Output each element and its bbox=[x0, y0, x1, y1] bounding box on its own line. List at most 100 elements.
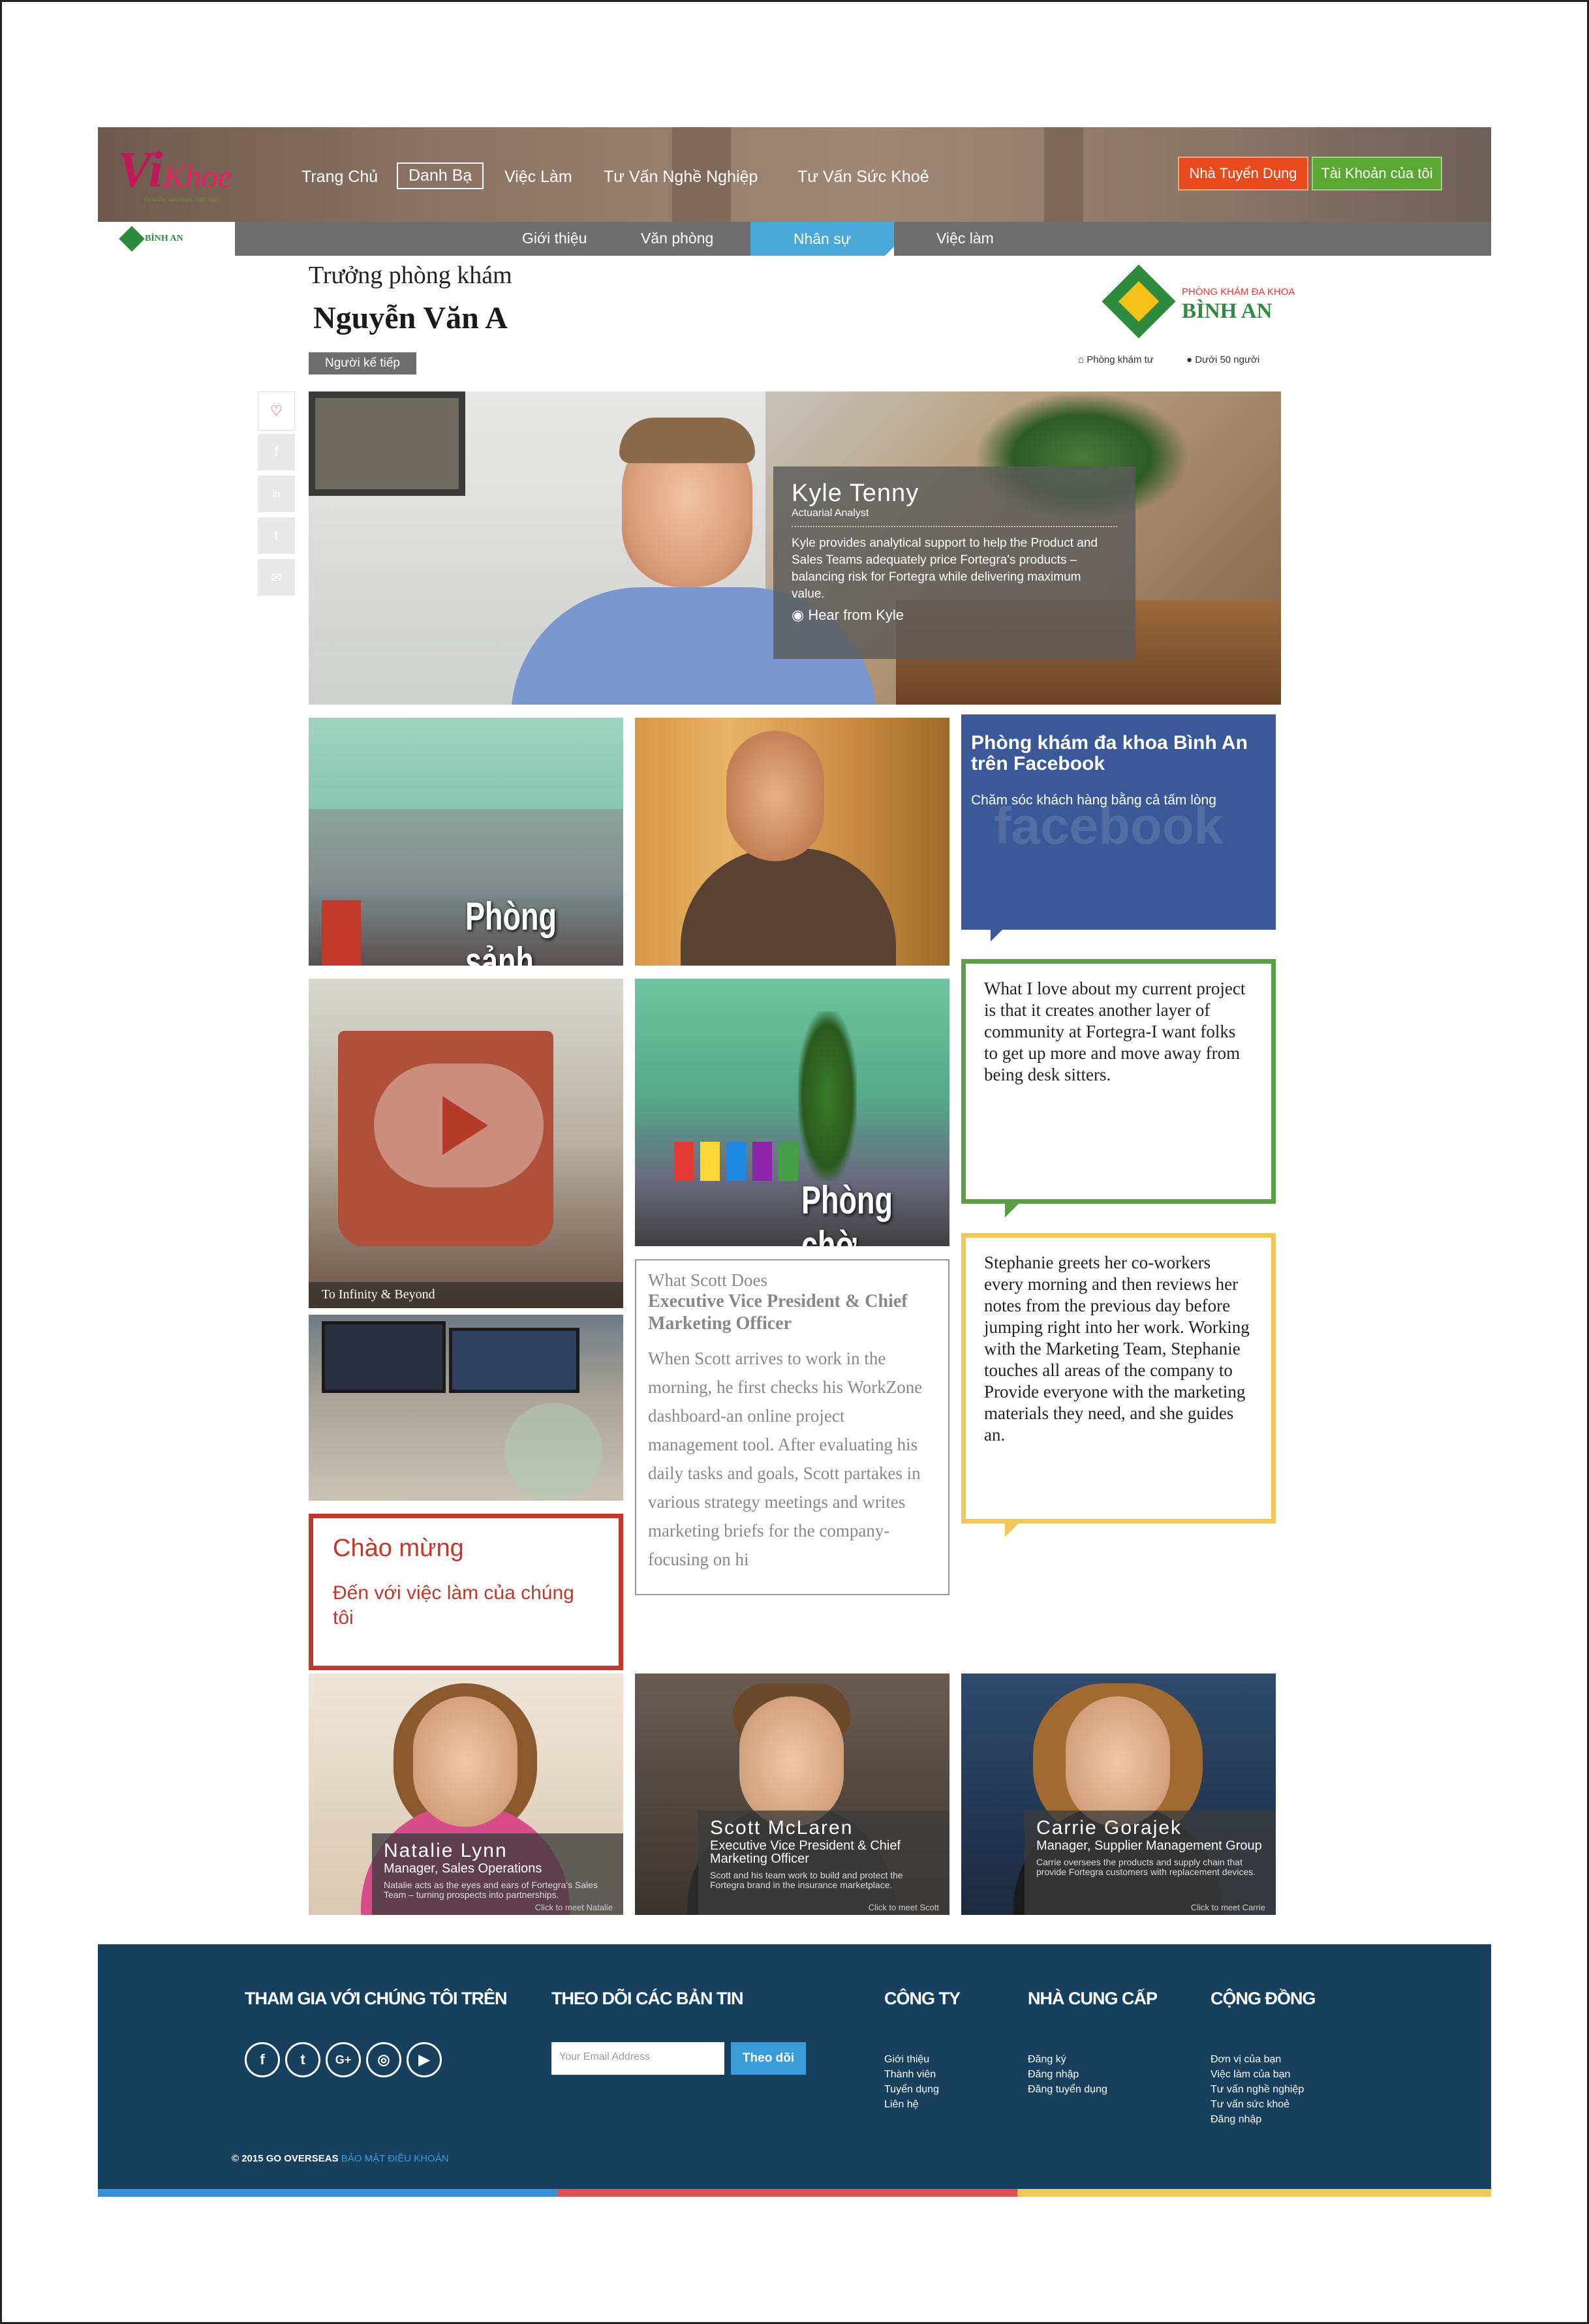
waiting-room-photo[interactable]: Phòng chờ bbox=[635, 979, 949, 1246]
footer-supplier-heading: NHÀ CUNG CẤP bbox=[1028, 1989, 1158, 2008]
play-circle-icon: ◉ bbox=[792, 607, 809, 623]
footer-color-stripe bbox=[98, 2189, 1491, 2197]
footer-link[interactable]: Thành viên bbox=[884, 2067, 939, 2082]
instagram-icon[interactable]: ◎ bbox=[366, 2042, 401, 2077]
person-face bbox=[1066, 1696, 1170, 1827]
footer-link[interactable]: Tư vấn nghề nghiệp bbox=[1211, 2082, 1304, 2097]
footer-link[interactable]: Giới thiệu bbox=[884, 2052, 939, 2067]
company-logo-line2: BÌNH AN bbox=[1182, 299, 1273, 323]
company-subnav: BÌNH AN Giới thiệu Văn phòng Nhân sự Việ… bbox=[98, 222, 1491, 257]
person-card-carrie[interactable]: Carrie Gorajek Manager, Supplier Managem… bbox=[961, 1674, 1276, 1915]
person-description: Natalie acts as the eyes and ears of For… bbox=[384, 1880, 598, 1900]
footer-link[interactable]: Đăng nhập bbox=[1028, 2067, 1107, 2082]
meet-link[interactable]: Click to meet Scott bbox=[869, 1903, 939, 1912]
welcome-title: Chào mừng bbox=[333, 1535, 464, 1562]
scott-card[interactable]: What Scott Does Executive Vice President… bbox=[635, 1259, 949, 1595]
nav-health-advice[interactable]: Tư Vấn Sức Khoẻ bbox=[797, 168, 929, 187]
company-links: Giới thiệu Thành viên Tuyển dụng Liên hệ bbox=[884, 2052, 939, 2112]
company-mini-logo[interactable]: BÌNH AN bbox=[98, 222, 235, 256]
supplier-links: Đăng ký Đăng nhập Đăng tuyển dụng bbox=[1028, 2052, 1107, 2097]
nav-directory[interactable]: Danh Bạ bbox=[397, 162, 484, 189]
nav-career-advice[interactable]: Tư Vấn Nghề Nghiệp bbox=[604, 168, 758, 187]
nav-home[interactable]: Trang Chủ bbox=[301, 168, 378, 187]
company-logo: PHÒNG KHÁM ĐA KHOA BÌNH AN bbox=[1101, 264, 1295, 339]
share-twitter-button[interactable]: t bbox=[258, 517, 295, 557]
waiting-chair bbox=[752, 1142, 772, 1181]
subnav-staff[interactable]: Nhân sự bbox=[750, 222, 894, 257]
share-facebook-button[interactable]: f bbox=[258, 434, 295, 473]
hero-person-hair bbox=[619, 418, 755, 463]
scott-card-heading: What Scott Does bbox=[648, 1270, 767, 1290]
footer-link[interactable]: Tuyển dụng bbox=[884, 2082, 939, 2097]
person-icon: ● bbox=[1186, 354, 1196, 365]
facebook-icon: f bbox=[274, 444, 279, 459]
next-person-button[interactable]: Người kế tiếp bbox=[309, 352, 416, 375]
meet-link[interactable]: Click to meet Carrie bbox=[1191, 1903, 1265, 1912]
footer-link[interactable]: Đăng tuyển dụng bbox=[1028, 2082, 1107, 2097]
company-logo-line1: PHÒNG KHÁM ĐA KHOA bbox=[1182, 286, 1295, 298]
scott-card-title: Executive Vice President & Chief Marketi… bbox=[648, 1291, 908, 1334]
footer-link[interactable]: Việc làm của bạn bbox=[1211, 2067, 1304, 2082]
hero-description: Kyle provides analytical support to help… bbox=[792, 536, 1098, 601]
employer-button[interactable]: Nhà Tuyển Dụng bbox=[1178, 157, 1308, 191]
video-caption: To Infinity & Beyond bbox=[309, 1282, 623, 1308]
newsletter-email-input[interactable]: Your Email Address bbox=[551, 2042, 724, 2075]
video-tile[interactable]: To Infinity & Beyond bbox=[309, 979, 623, 1308]
company-type-label: Phòng khám tư bbox=[1087, 354, 1154, 365]
office-desk-photo[interactable] bbox=[309, 1315, 623, 1501]
logo-mark: Vi bbox=[117, 141, 163, 198]
company-diamond-icon bbox=[119, 226, 145, 252]
person-role: Executive Vice President & Chief Marketi… bbox=[710, 1839, 901, 1866]
profile-role: Trưởng phòng khám bbox=[309, 262, 512, 289]
footer-link[interactable]: Đơn vị của bạn bbox=[1211, 2052, 1304, 2067]
twitter-icon[interactable]: t bbox=[285, 2042, 320, 2077]
footer-link[interactable]: Liên hệ bbox=[884, 2097, 939, 2112]
facebook-icon[interactable]: f bbox=[245, 2042, 280, 2077]
company-size-label: Dưới 50 người bbox=[1195, 354, 1260, 365]
google-plus-icon[interactable]: G+ bbox=[326, 2042, 361, 2077]
footer-link[interactable]: Tư vấn sức khoẻ bbox=[1211, 2097, 1304, 2112]
lobby-counter bbox=[309, 809, 623, 887]
subnav-office[interactable]: Văn phòng bbox=[641, 230, 713, 247]
hear-from-link[interactable]: ◉ Hear from Kyle bbox=[792, 607, 1117, 624]
waiting-chair bbox=[726, 1142, 746, 1181]
hero-role: Actuarial Analyst bbox=[792, 508, 1117, 527]
footer-link[interactable]: Đăng ký bbox=[1028, 2052, 1107, 2067]
share-linkedin-button[interactable]: in bbox=[258, 476, 295, 515]
waiting-plant bbox=[798, 1011, 857, 1181]
welcome-subtitle: Đến với việc làm của chúng tôi bbox=[333, 1582, 574, 1628]
twitter-icon: t bbox=[274, 528, 279, 543]
staff-jacket bbox=[681, 848, 896, 966]
meet-link[interactable]: Click to meet Natalie bbox=[535, 1903, 613, 1912]
footer-link[interactable]: Đăng nhập bbox=[1211, 2112, 1304, 2127]
my-account-button[interactable]: Tài Khoản của tôi bbox=[1312, 157, 1442, 191]
waiting-room-label: Phòng chờ bbox=[801, 1178, 893, 1246]
youtube-icon[interactable]: ▶ bbox=[407, 2042, 442, 2077]
person-name: Carrie Gorajek bbox=[1036, 1817, 1182, 1839]
lobby-label: Phòng sảnh bbox=[465, 894, 557, 966]
share-email-button[interactable]: ✉ bbox=[258, 559, 295, 598]
subnav-about[interactable]: Giới thiệu bbox=[522, 230, 587, 247]
facebook-card[interactable]: facebook Phòng khám đa khoa Bình An trên… bbox=[961, 714, 1276, 941]
staff-photo[interactable] bbox=[635, 718, 949, 966]
play-icon bbox=[442, 1096, 488, 1155]
person-face bbox=[413, 1696, 517, 1827]
desk-monitor bbox=[449, 1328, 579, 1393]
person-role: Manager, Sales Operations bbox=[384, 1861, 542, 1876]
home-icon: ⌂ bbox=[1078, 354, 1087, 365]
subnav-jobs[interactable]: Việc làm bbox=[936, 230, 994, 247]
site-logo[interactable]: Vi Khoe Tư khỏe, làm khỏe, Việt Nam bbox=[117, 140, 241, 209]
youtube-glyph: ▶ bbox=[418, 2051, 430, 2068]
terms-link[interactable]: BẢO MẬT ĐIỀU KHOẢN bbox=[341, 2153, 449, 2164]
lobby-photo[interactable]: Phòng sảnh bbox=[309, 718, 623, 966]
person-card-scott[interactable]: Scott McLaren Executive Vice President &… bbox=[635, 1674, 949, 1915]
welcome-card[interactable]: Chào mừng Đến với việc làm của chúng tôi bbox=[309, 1514, 623, 1670]
favorite-button[interactable]: ♡ bbox=[258, 391, 295, 431]
community-links: Đơn vị của bạn Việc làm của bạn Tư vấn n… bbox=[1211, 2052, 1304, 2127]
subscribe-button[interactable]: Theo dõi bbox=[731, 2042, 806, 2075]
hero-name: Kyle Tenny bbox=[792, 480, 919, 507]
instagram-glyph: ◎ bbox=[377, 2051, 390, 2068]
footer: THAM GIA VỚI CHÚNG TÔI TRÊN THEO DÕI CÁC… bbox=[98, 1944, 1491, 2192]
nav-jobs[interactable]: Việc Làm bbox=[504, 168, 572, 187]
person-card-natalie[interactable]: Natalie Lynn Manager, Sales Operations N… bbox=[309, 1674, 623, 1915]
